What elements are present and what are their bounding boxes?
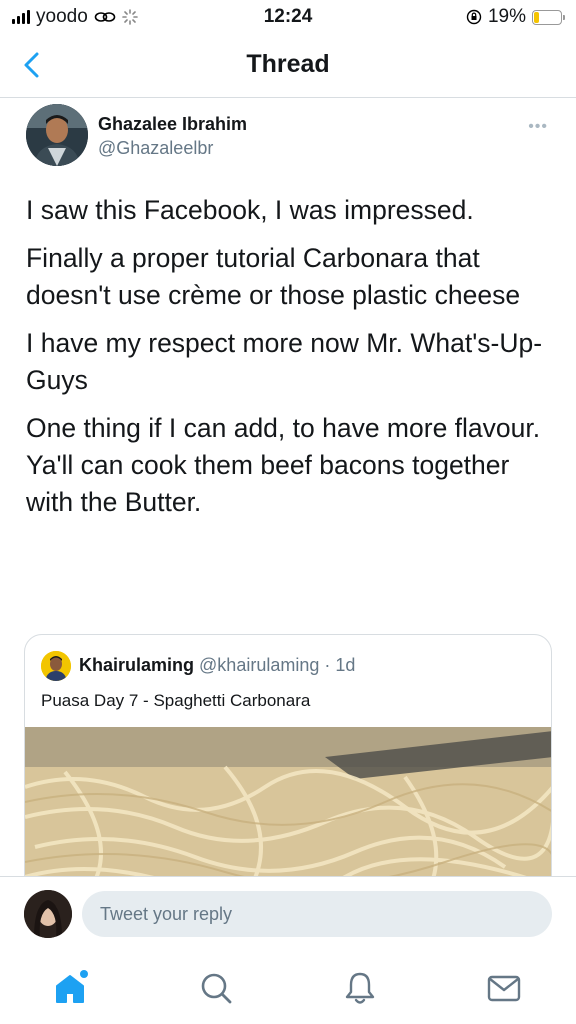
author-handle[interactable]: @Ghazaleelbr [98, 138, 213, 159]
reply-bar [0, 876, 576, 952]
battery-percent: 19% [487, 6, 526, 27]
quoted-author-avatar[interactable] [41, 651, 71, 681]
quoted-author-handle[interactable]: @khairulaming [199, 655, 319, 675]
tweet-paragraph: I saw this Facebook, I was impressed. [26, 195, 474, 225]
status-bar: yoodo 12:24 19% [0, 0, 576, 34]
quoted-tweet[interactable]: Khairulaming @khairulaming · 1d Puasa Da… [24, 634, 552, 894]
page-title: Thread [246, 50, 330, 78]
quoted-header: Khairulaming @khairulaming · 1d [79, 655, 355, 676]
quoted-media-thumbnail[interactable] [25, 727, 551, 893]
author-name[interactable]: Ghazalee Ibrahim [98, 114, 247, 135]
tab-search[interactable] [196, 968, 236, 1008]
user-avatar[interactable] [24, 890, 72, 938]
tab-messages[interactable] [484, 968, 524, 1008]
quoted-age: · 1d [324, 655, 356, 675]
notifications-icon [345, 972, 375, 1004]
tab-notifications[interactable] [340, 968, 380, 1008]
spaghetti-image [25, 727, 551, 893]
messages-icon [487, 975, 521, 1002]
tweet-paragraph: I have my respect more now Mr. What's-Up… [26, 328, 543, 395]
tweet-paragraph: One thing if I can add, to have more fla… [26, 413, 541, 517]
rotation-lock-icon [466, 9, 482, 25]
reply-input[interactable] [82, 891, 552, 937]
home-icon [56, 970, 88, 1003]
battery-fill [534, 11, 539, 23]
avatar-image [26, 104, 88, 166]
tab-home[interactable] [50, 968, 90, 1008]
thread-header: Thread [0, 34, 576, 98]
tab-bar [0, 952, 576, 1024]
user-avatar-image [24, 890, 72, 938]
tweet-paragraph: Finally a proper tutorial Carbonara that… [26, 243, 521, 310]
quoted-text: Puasa Day 7 - Spaghetti Carbonara [41, 691, 311, 710]
search-icon [201, 973, 232, 1004]
status-right: 19% [466, 6, 565, 28]
quoted-author-name[interactable]: Khairulaming [79, 655, 194, 675]
author-avatar[interactable] [26, 104, 88, 166]
battery-icon [532, 9, 565, 25]
quoted-avatar-image [41, 651, 71, 681]
tweet-text: I saw this Facebook, I was impressed. Fi… [26, 192, 556, 532]
more-button[interactable]: ••• [528, 118, 548, 136]
more-dots-icon: ••• [528, 118, 548, 135]
